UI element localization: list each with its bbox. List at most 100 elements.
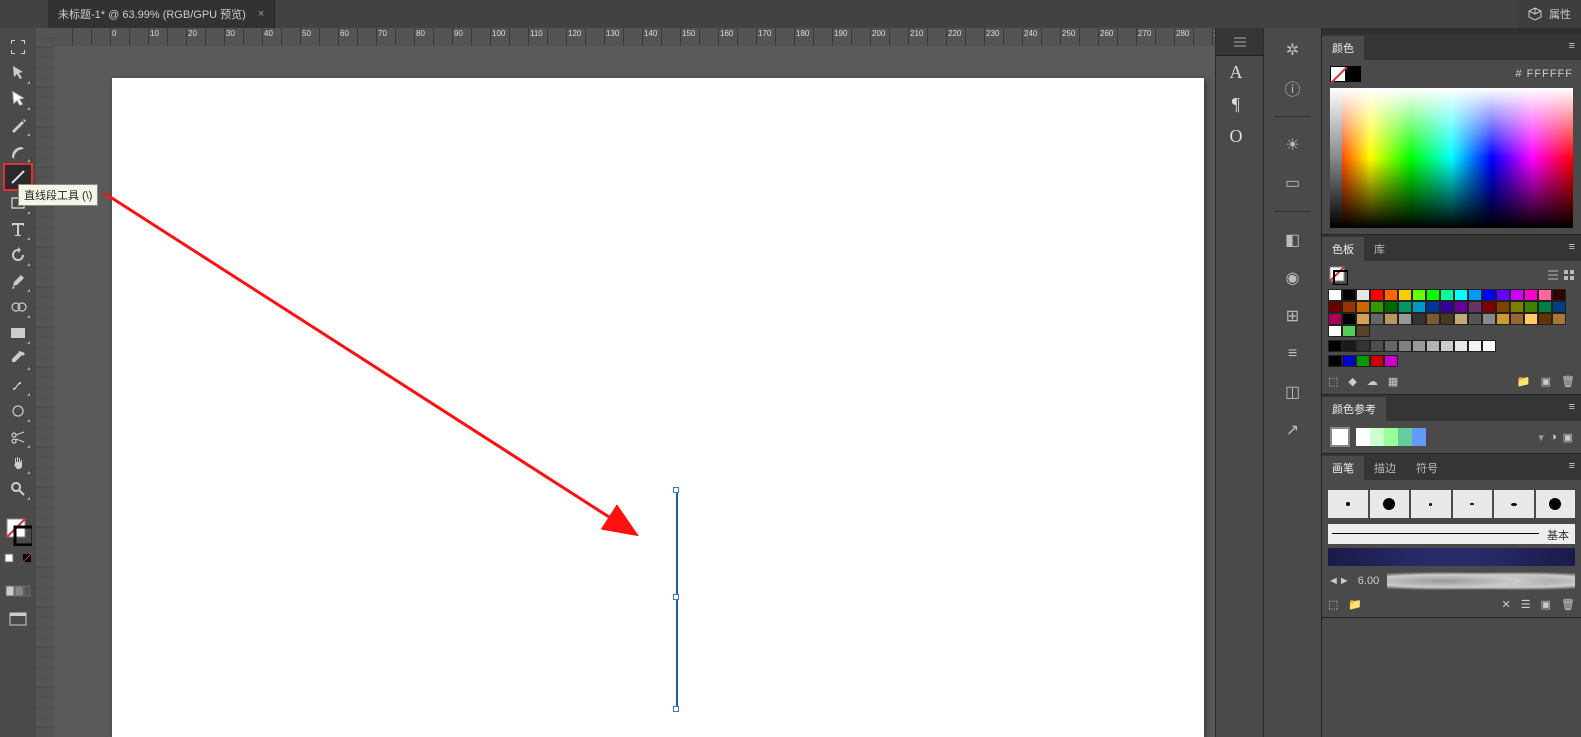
swatch-cell[interactable] — [1482, 313, 1496, 325]
brush-options-icon[interactable]: ☰ — [1521, 598, 1531, 611]
paragraph-icon[interactable]: ¶ — [1216, 88, 1256, 120]
swatch-cell[interactable] — [1370, 289, 1384, 301]
swatch-cell[interactable] — [1342, 355, 1356, 367]
swatch-cell[interactable] — [1384, 313, 1398, 325]
stroke-swatch[interactable] — [1345, 66, 1361, 82]
swatch-cell[interactable] — [1496, 313, 1510, 325]
color-wheel-icon[interactable]: ◑ — [1550, 431, 1557, 443]
tint-cell[interactable] — [1384, 428, 1398, 446]
color-spectrum[interactable] — [1330, 88, 1573, 228]
save-group-icon[interactable]: ▣ — [1563, 431, 1573, 444]
properties-panel-toggle[interactable]: 属性 — [1517, 0, 1581, 28]
brush-5[interactable] — [1494, 490, 1534, 518]
folder-icon[interactable]: 📁 — [1348, 598, 1362, 611]
new-brush-icon[interactable]: ▣ — [1541, 598, 1551, 611]
swatch-cell[interactable] — [1426, 313, 1440, 325]
harmony-strip[interactable] — [1356, 428, 1426, 446]
pen-tool[interactable] — [4, 112, 32, 138]
line-handle-top[interactable] — [673, 487, 679, 493]
new-swatch-icon[interactable]: ▣ — [1541, 375, 1551, 388]
pathfinder-icon[interactable]: ◫ — [1277, 380, 1309, 404]
panel-menu-icon[interactable]: ≡ — [1569, 241, 1575, 253]
swatch-cell[interactable] — [1468, 289, 1482, 301]
tab-color[interactable]: 颜色 — [1322, 36, 1364, 60]
artboard[interactable] — [112, 78, 1204, 737]
swatch-cell[interactable] — [1482, 340, 1496, 352]
swatch-cell[interactable] — [1440, 289, 1454, 301]
eyedropper-tool[interactable] — [4, 346, 32, 372]
swatch-cell[interactable] — [1370, 313, 1384, 325]
swatch-cell[interactable] — [1384, 289, 1398, 301]
gradient-tool[interactable] — [4, 320, 32, 346]
trash-icon[interactable]: 🗑 — [1561, 375, 1575, 388]
swatch-cell[interactable] — [1342, 289, 1356, 301]
swatch-cell[interactable] — [1440, 301, 1454, 313]
close-tab-icon[interactable]: × — [258, 8, 264, 20]
document-tab[interactable]: 未标题-1* @ 63.99% (RGB/GPU 预览) × — [48, 0, 275, 28]
swatch-options-icon[interactable]: ◆ — [1348, 375, 1356, 388]
swatch-cell[interactable] — [1328, 289, 1342, 301]
tab-color-guide[interactable]: 颜色参考 — [1322, 397, 1386, 421]
swatch-kind-icon[interactable]: ▦ — [1388, 375, 1398, 388]
panel-menu-icon[interactable]: ≡ — [1569, 460, 1575, 472]
rotate-tool[interactable] — [4, 242, 32, 268]
swatch-cell[interactable] — [1454, 289, 1468, 301]
swatch-cell[interactable] — [1370, 301, 1384, 313]
drawn-line-segment[interactable] — [676, 491, 678, 709]
brush-3[interactable] — [1411, 490, 1451, 518]
swatch-cell[interactable] — [1496, 301, 1510, 313]
ellipse-marker[interactable] — [4, 398, 32, 424]
base-color-swatch[interactable] — [1330, 427, 1350, 447]
swatch-cell[interactable] — [1440, 313, 1454, 325]
curvature-tool[interactable] — [4, 138, 32, 164]
swatch-cell[interactable] — [1328, 313, 1342, 325]
new-group-icon[interactable]: 📁 — [1517, 375, 1531, 388]
panel-menu-icon[interactable]: ≡ — [1569, 401, 1575, 413]
swatch-cell[interactable] — [1412, 289, 1426, 301]
swatch-cell[interactable] — [1328, 301, 1342, 313]
character-icon[interactable]: A — [1216, 56, 1256, 88]
swatch-cell[interactable] — [1398, 289, 1412, 301]
fill-stroke-control[interactable] — [4, 514, 32, 548]
swatch-cell[interactable] — [1342, 301, 1356, 313]
crop-icon[interactable]: ⊞ — [1277, 304, 1309, 328]
swatch-cell[interactable] — [1356, 301, 1370, 313]
collapse-icon[interactable] — [1233, 37, 1247, 47]
swatch-cell[interactable] — [1552, 301, 1566, 313]
direct-selection-tool[interactable] — [4, 86, 32, 112]
swatch-cell[interactable] — [1524, 301, 1538, 313]
brush-1[interactable] — [1328, 490, 1368, 518]
tab-libraries[interactable]: 库 — [1364, 237, 1395, 261]
swatch-cell[interactable] — [1468, 313, 1482, 325]
brush-6[interactable] — [1536, 490, 1576, 518]
art-brush-preview[interactable] — [1328, 548, 1575, 566]
swatch-cell[interactable] — [1440, 340, 1454, 352]
swatch-cell[interactable] — [1468, 301, 1482, 313]
swatch-cell[interactable] — [1412, 340, 1426, 352]
swatch-cell[interactable] — [1538, 289, 1552, 301]
swatch-cell[interactable] — [1412, 301, 1426, 313]
shape-builder-tool[interactable] — [4, 294, 32, 320]
swatch-cell[interactable] — [1482, 289, 1496, 301]
tint-cell[interactable] — [1370, 428, 1384, 446]
harmony-dropdown-icon[interactable]: ▾ — [1538, 431, 1544, 444]
swatch-cell[interactable] — [1510, 289, 1524, 301]
export-icon[interactable]: ↗ — [1277, 418, 1309, 442]
line-handle-mid[interactable] — [673, 594, 679, 600]
swatch-cell[interactable] — [1496, 289, 1510, 301]
tint-cell[interactable] — [1356, 428, 1370, 446]
cloud-icon[interactable]: ☁ — [1367, 375, 1378, 388]
swatch-cell[interactable] — [1398, 340, 1412, 352]
trash-icon[interactable]: 🗑 — [1561, 598, 1575, 611]
swatch-cell[interactable] — [1426, 340, 1440, 352]
color-mode-row[interactable] — [4, 550, 32, 566]
swatch-cell[interactable] — [1356, 325, 1370, 337]
opentype-icon[interactable]: O — [1216, 120, 1256, 152]
brush-4[interactable] — [1453, 490, 1493, 518]
tint-cell[interactable] — [1398, 428, 1412, 446]
brush-size-value[interactable]: 6.00 — [1358, 575, 1379, 587]
swatch-cell[interactable] — [1342, 313, 1356, 325]
swatch-cell[interactable] — [1538, 301, 1552, 313]
tint-cell[interactable] — [1412, 428, 1426, 446]
swatch-cell[interactable] — [1454, 313, 1468, 325]
